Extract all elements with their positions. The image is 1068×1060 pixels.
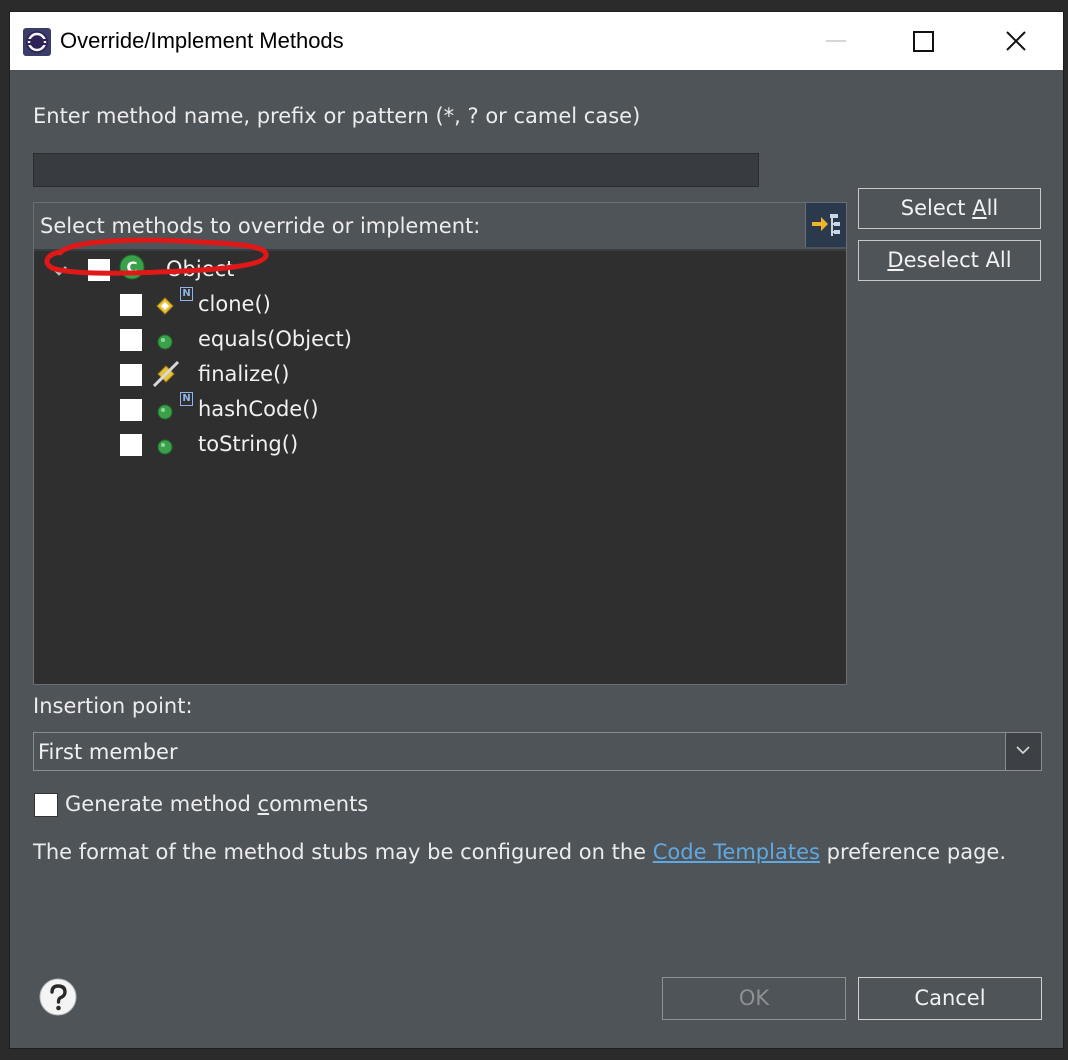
method-label: clone() bbox=[198, 292, 271, 316]
method-label: toString() bbox=[198, 432, 299, 456]
tree-row-hashcode[interactable]: N hashCode() bbox=[34, 392, 846, 427]
override-implement-dialog: Override/Implement Methods Enter method … bbox=[10, 12, 1063, 1048]
method-label: finalize() bbox=[198, 362, 290, 386]
code-templates-hint: The format of the method stubs may be co… bbox=[33, 840, 1006, 864]
deselect-all-mnemonic: D bbox=[887, 248, 904, 272]
tree-row-clone[interactable]: N clone() bbox=[34, 287, 846, 322]
deprecated-protected-method-icon bbox=[152, 360, 180, 388]
object-checkbox[interactable] bbox=[88, 259, 110, 281]
select-all-label-post: ll bbox=[986, 196, 999, 220]
select-all-mnemonic: A bbox=[972, 196, 987, 220]
help-icon[interactable] bbox=[38, 977, 78, 1017]
generate-comments-label[interactable]: Generate method comments bbox=[65, 792, 368, 816]
deselect-all-label-post: eselect All bbox=[903, 248, 1012, 272]
chevron-down-icon bbox=[1016, 746, 1030, 755]
deselect-all-button[interactable]: Deselect All bbox=[858, 240, 1041, 281]
hint-pre: The format of the method stubs may be co… bbox=[33, 840, 653, 864]
tree-header-label: Select methods to override or implement: bbox=[40, 214, 481, 238]
generate-comments-checkbox[interactable] bbox=[34, 793, 58, 817]
tree-row-object[interactable]: C Object bbox=[34, 254, 846, 287]
cancel-button[interactable]: Cancel bbox=[858, 977, 1042, 1020]
insertion-point-label: Insertion point: bbox=[33, 694, 193, 718]
dialog-content: Enter method name, prefix or pattern (*,… bbox=[10, 70, 1063, 1048]
select-all-button[interactable]: Select All bbox=[858, 188, 1041, 229]
sort-by-hierarchy-button[interactable] bbox=[805, 203, 846, 247]
insertion-point-select[interactable]: First member bbox=[33, 732, 1042, 771]
dropdown-button[interactable] bbox=[1005, 733, 1041, 770]
tree-row-tostring[interactable]: toString() bbox=[34, 430, 846, 462]
generate-comments-post: omments bbox=[269, 792, 369, 816]
tree-row-finalize[interactable]: finalize() bbox=[34, 360, 846, 392]
tree-header: Select methods to override or implement: bbox=[34, 203, 846, 251]
method-label: equals(Object) bbox=[198, 327, 352, 351]
method-label: hashCode() bbox=[198, 397, 319, 421]
finalize-checkbox[interactable] bbox=[120, 364, 142, 386]
tree-row-equals[interactable]: equals(Object) bbox=[34, 325, 846, 357]
filter-label: Enter method name, prefix or pattern (*,… bbox=[33, 104, 641, 128]
equals-checkbox[interactable] bbox=[120, 329, 142, 351]
generate-comments-pre: Generate method bbox=[65, 792, 258, 816]
chevron-down-icon[interactable] bbox=[50, 265, 68, 277]
generate-comments-mnemonic: c bbox=[257, 792, 270, 816]
public-method-icon bbox=[157, 334, 173, 350]
minimize-icon[interactable] bbox=[790, 12, 882, 70]
code-templates-link[interactable]: Code Templates bbox=[653, 840, 820, 864]
select-all-label-pre: Select bbox=[900, 196, 973, 220]
close-icon[interactable] bbox=[970, 12, 1062, 70]
public-method-icon bbox=[157, 404, 173, 420]
protected-method-icon bbox=[156, 297, 174, 315]
hierarchy-sort-icon bbox=[812, 214, 840, 236]
public-method-icon bbox=[157, 439, 173, 455]
tostring-checkbox[interactable] bbox=[120, 434, 142, 456]
maximize-icon[interactable] bbox=[878, 12, 970, 70]
svg-text:C: C bbox=[126, 259, 137, 277]
method-filter-input[interactable] bbox=[33, 153, 759, 187]
hashcode-checkbox[interactable] bbox=[120, 399, 142, 421]
insertion-point-value: First member bbox=[38, 740, 178, 764]
window-title: Override/Implement Methods bbox=[60, 28, 344, 53]
class-icon: C bbox=[119, 254, 145, 280]
eclipse-app-icon bbox=[23, 28, 51, 56]
clone-checkbox[interactable] bbox=[120, 294, 142, 316]
title-bar: Override/Implement Methods bbox=[10, 12, 1063, 70]
native-marker-icon: N bbox=[180, 392, 193, 406]
native-marker-icon: N bbox=[180, 287, 193, 301]
object-label: Object bbox=[166, 257, 235, 281]
ok-button[interactable]: OK bbox=[662, 977, 846, 1020]
hint-post: preference page. bbox=[819, 840, 1007, 864]
method-tree: Select methods to override or implement: bbox=[33, 202, 847, 685]
